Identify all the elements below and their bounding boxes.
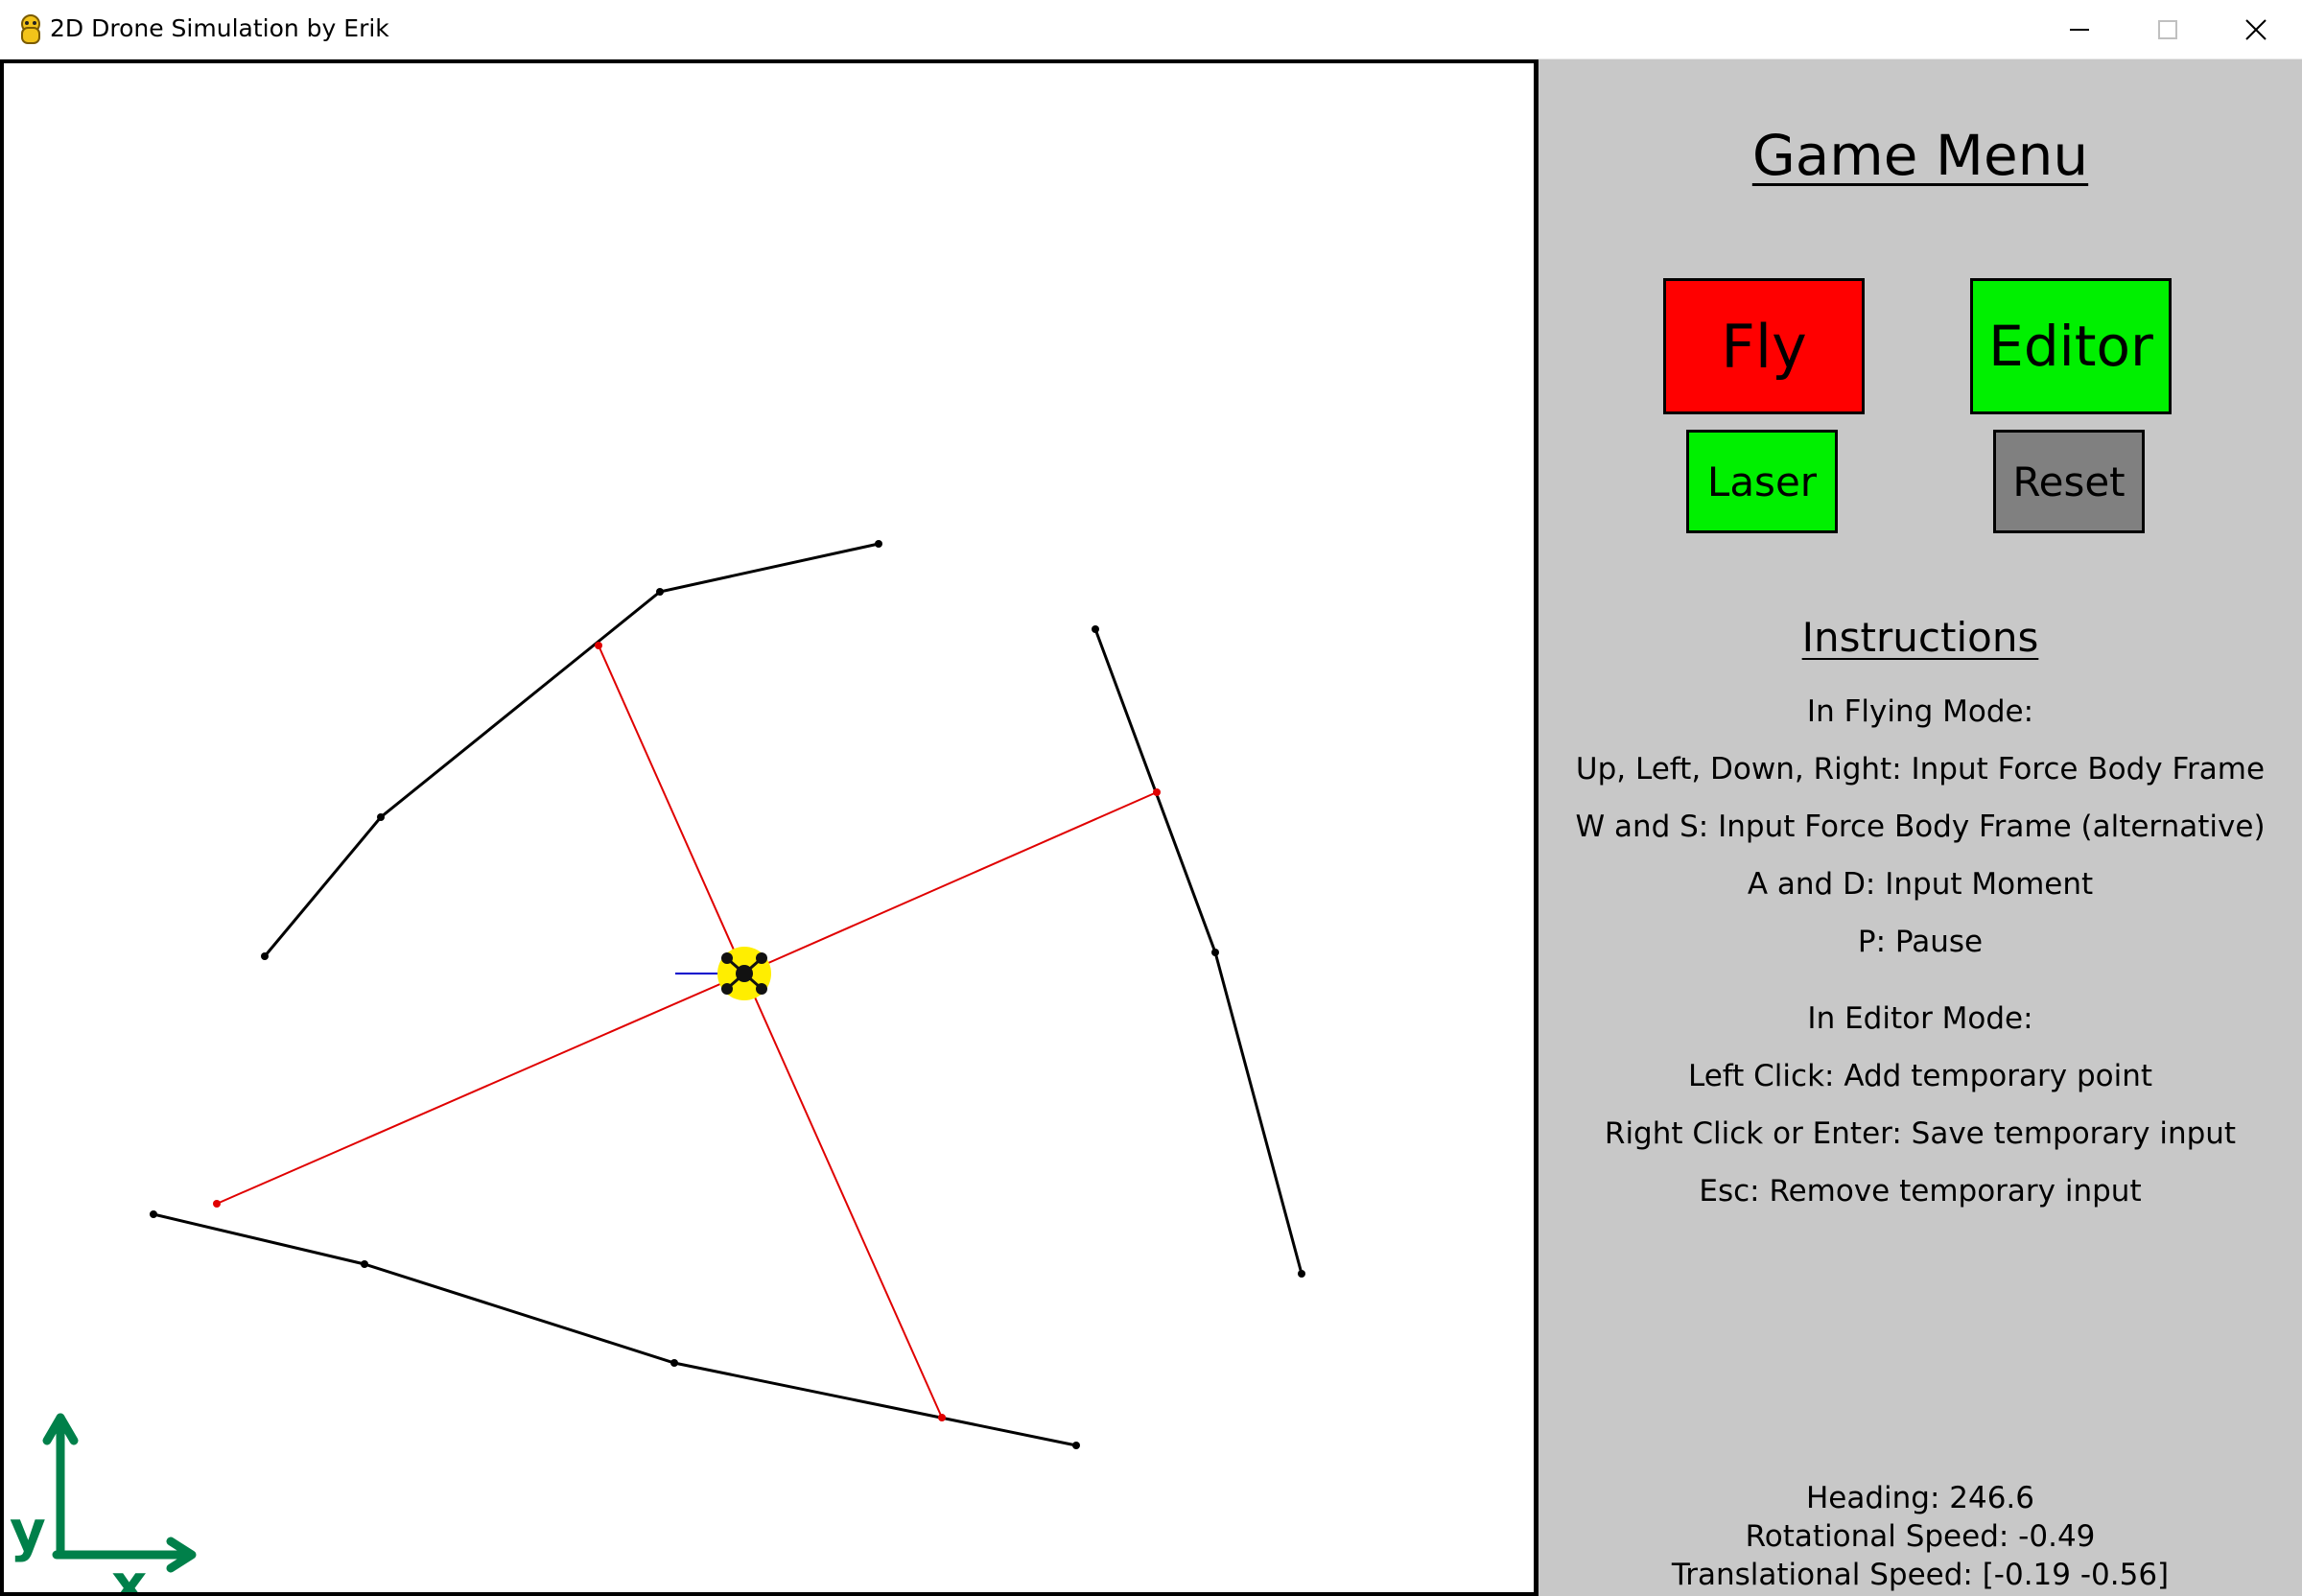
- coordinate-axes-icon: [42, 1413, 197, 1573]
- laser-rays: [216, 645, 1158, 1419]
- minimize-button[interactable]: [2035, 0, 2124, 59]
- python-snake-icon: [13, 12, 48, 47]
- laser-button[interactable]: Laser: [1686, 430, 1838, 533]
- wall-upper-left: [261, 540, 882, 960]
- flying-mode-header: In Flying Mode:: [1806, 694, 2034, 729]
- flying-instruction: A and D: Input Moment: [1747, 867, 2094, 902]
- simulation-canvas[interactable]: y x: [0, 59, 1539, 1596]
- editor-instruction: Right Click or Enter: Save temporary inp…: [1604, 1116, 2237, 1151]
- axis-label-x: x: [111, 1552, 147, 1592]
- fly-button[interactable]: Fly: [1663, 278, 1865, 414]
- drone: [717, 947, 771, 1000]
- maximize-button[interactable]: [2124, 0, 2212, 59]
- close-button[interactable]: [2212, 0, 2300, 59]
- heading-readout: Heading: 246.6: [1805, 1481, 2035, 1515]
- menu-title: Game Menu: [1751, 123, 2089, 188]
- flying-instruction: P: Pause: [1857, 925, 1984, 959]
- editor-button[interactable]: Editor: [1970, 278, 2172, 414]
- reset-button[interactable]: Reset: [1993, 430, 2145, 533]
- simulation-scene: y x: [10, 540, 1305, 1592]
- editor-instruction: Left Click: Add temporary point: [1687, 1059, 2153, 1093]
- maximize-icon: [2158, 20, 2177, 39]
- instructions-title: Instructions: [1801, 614, 2039, 661]
- window-title: 2D Drone Simulation by Erik: [50, 14, 389, 42]
- axis-label-y: y: [10, 1498, 46, 1563]
- close-icon: [2245, 19, 2267, 40]
- rotational-speed-readout: Rotational Speed: -0.49: [1745, 1519, 2096, 1554]
- flying-instruction: Up, Left, Down, Right: Input Force Body …: [1575, 752, 2266, 786]
- wall-right: [1092, 625, 1305, 1278]
- flying-instruction: W and S: Input Force Body Frame (alterna…: [1575, 810, 2266, 844]
- laser-hit-points: [213, 642, 1161, 1421]
- game-menu-panel: Game Menu Fly Editor Laser Reset Instruc…: [1539, 59, 2302, 1596]
- window-titlebar[interactable]: 2D Drone Simulation by Erik: [0, 0, 2302, 59]
- minimize-icon: [2070, 29, 2089, 31]
- editor-mode-header: In Editor Mode:: [1807, 1001, 2033, 1036]
- translational-speed-readout: Translational Speed: [-0.19 -0.56]: [1671, 1558, 2170, 1592]
- editor-instruction: Esc: Remove temporary input: [1699, 1174, 2142, 1209]
